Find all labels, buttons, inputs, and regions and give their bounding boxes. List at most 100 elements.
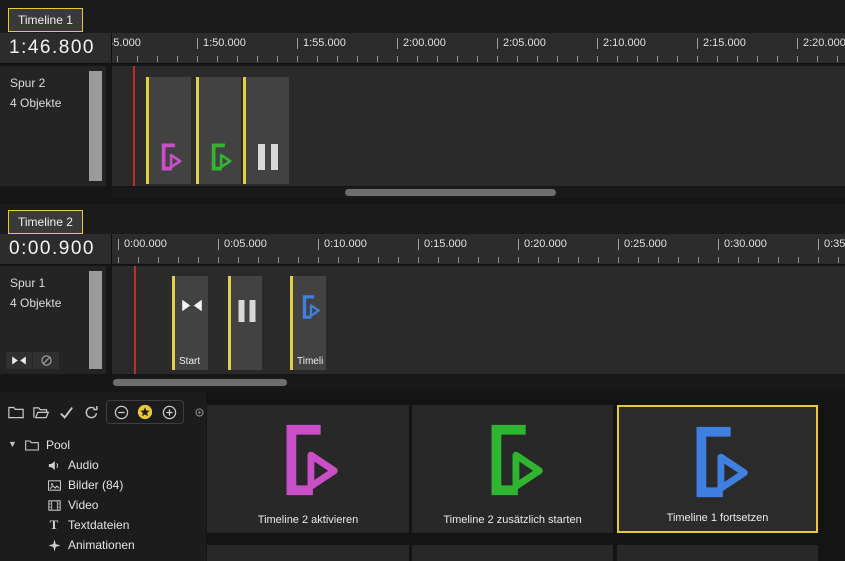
tile-timeline-2-aktivieren[interactable]: Timeline 2 aktivieren xyxy=(207,405,409,533)
track-name: Spur 1 xyxy=(10,276,45,290)
ruler-label: 1:45.000 xyxy=(112,37,141,49)
tree-item-label: Bilder (84) xyxy=(68,478,123,492)
no-entry-icon xyxy=(40,354,53,367)
timeline-1-track: Spur 2 4 Objekte xyxy=(0,66,845,186)
folder-icon xyxy=(24,437,40,453)
timeline-2-track-header: Spur 1 4 Objekte xyxy=(0,266,106,374)
level-meter xyxy=(89,71,102,181)
tree-item-bilder[interactable]: Bilder (84) xyxy=(0,475,206,495)
timeline-jump-icon xyxy=(155,142,185,172)
level-meter xyxy=(89,271,102,369)
clip-label: Start xyxy=(179,356,206,367)
tree-item-label: Animationen xyxy=(68,538,135,552)
tile-partial[interactable] xyxy=(207,545,409,561)
tile-timeline-1-fortsetzen[interactable]: Timeline 1 fortsetzen xyxy=(617,405,818,533)
star-circle-icon[interactable] xyxy=(135,402,155,422)
timeline-2-ruler[interactable]: 0:00.000 0:05.000 0:10.000 0:15.000 0:20… xyxy=(112,234,845,264)
timeline-1-ruler-row: 1:46.800 1:45.000 1:50.000 1:55.000 2:00… xyxy=(0,33,845,64)
folder-icon[interactable] xyxy=(6,402,26,422)
timeline-2-time-display: 0:00.900 xyxy=(0,234,112,264)
tile-partial[interactable] xyxy=(617,545,818,561)
timeline-jump-icon xyxy=(679,423,757,501)
tab-timeline-1[interactable]: Timeline 1 xyxy=(8,8,83,32)
ruler-label: 0:30.000 xyxy=(718,238,767,250)
tree-item-video[interactable]: Video xyxy=(0,495,206,515)
ruler-label: 1:55.000 xyxy=(297,37,346,49)
track-objects-count: 4 Objekte xyxy=(10,96,61,110)
pool-panel: ▼ Pool Audio Bilder (84) Video T Textdat… xyxy=(0,392,206,561)
ruler-label: 2:10.000 xyxy=(597,37,646,49)
checkmark-icon[interactable] xyxy=(56,402,76,422)
clip-jump-green[interactable] xyxy=(196,77,241,184)
ruler-label: 0:00.000 xyxy=(118,238,167,250)
ruler-label: 1:50.000 xyxy=(197,37,246,49)
clip-jump-blue[interactable]: Timeli... xyxy=(290,276,326,370)
tree-item-label: Textdateien xyxy=(68,518,129,532)
ruler-label: 0:05.000 xyxy=(218,238,267,250)
plus-circle-icon[interactable] xyxy=(159,402,179,422)
image-icon xyxy=(46,477,62,493)
clip-pause[interactable] xyxy=(228,276,262,370)
tree-item-label: Pool xyxy=(46,438,70,452)
timeline-1-ruler[interactable]: 1:45.000 1:50.000 1:55.000 2:00.000 2:05… xyxy=(112,33,845,63)
zoom-group xyxy=(106,400,184,424)
timeline-1-time-display: 1:46.800 xyxy=(0,33,112,63)
timeline-2-scrollbar[interactable] xyxy=(112,377,845,388)
clip-start-marker[interactable]: Start xyxy=(172,276,208,370)
tree-item-textdateien[interactable]: T Textdateien xyxy=(0,515,206,535)
track-objects-count: 4 Objekte xyxy=(10,296,61,310)
meet-triangles-icon xyxy=(180,298,204,313)
clip-jump-magenta[interactable] xyxy=(146,77,191,184)
media-tiles: Timeline 2 aktivieren Timeline 2 zusätzl… xyxy=(206,392,845,561)
app-window: Timeline 1 1:46.800 1:45.000 1:50.000 1:… xyxy=(0,0,845,561)
jump-to-start-button[interactable] xyxy=(6,352,32,369)
ruler-ticks xyxy=(112,56,845,62)
ruler-label: 2:05.000 xyxy=(497,37,546,49)
bottom-panel: ▼ Pool Audio Bilder (84) Video T Textdat… xyxy=(0,392,845,561)
playhead[interactable] xyxy=(134,266,136,374)
tile-partial[interactable] xyxy=(412,545,613,561)
ruler-label: 2:00.000 xyxy=(397,37,446,49)
refresh-icon[interactable] xyxy=(81,402,101,422)
folder-open-icon[interactable] xyxy=(31,402,51,422)
text-icon: T xyxy=(46,517,62,533)
clip-pause[interactable] xyxy=(243,77,289,184)
tab-timeline-2[interactable]: Timeline 2 xyxy=(8,210,83,234)
timeline-1-scrollbar[interactable] xyxy=(112,187,845,198)
disable-button[interactable] xyxy=(33,352,59,369)
scrollbar-thumb[interactable] xyxy=(113,379,287,386)
minus-circle-icon[interactable] xyxy=(111,402,131,422)
caret-down-icon[interactable]: ▼ xyxy=(8,439,17,449)
tree-item-label: Audio xyxy=(68,458,99,472)
timeline-1-tabbar: Timeline 1 xyxy=(0,0,845,33)
pause-icon xyxy=(238,300,255,322)
tree-item-audio[interactable]: Audio xyxy=(0,455,206,475)
ruler-label: 2:20.000 xyxy=(797,37,845,49)
ruler-ticks xyxy=(112,257,845,263)
ruler-label: 0:10.000 xyxy=(318,238,367,250)
timeline-2-track: Spur 1 4 Objekte Start xyxy=(0,266,845,374)
track-name: Spur 2 xyxy=(10,76,45,90)
tree-item-animationen[interactable]: Animationen xyxy=(0,535,206,555)
tree-item-pool[interactable]: ▼ Pool xyxy=(0,435,206,455)
timeline-1-track-header: Spur 2 4 Objekte xyxy=(0,66,106,186)
spark-icon xyxy=(46,537,62,553)
tree-item-label: Video xyxy=(68,498,98,512)
timeline-jump-icon xyxy=(269,421,347,499)
ruler-label: 2:15.000 xyxy=(697,37,746,49)
pause-icon xyxy=(258,144,278,170)
speaker-icon xyxy=(46,457,62,473)
ruler-label: 0:20.000 xyxy=(518,238,567,250)
ruler-label: 0:15.000 xyxy=(418,238,467,250)
clip-label: Timeli... xyxy=(297,356,324,367)
tile-label: Timeline 1 fortsetzen xyxy=(619,512,816,524)
timeline-1-track-area[interactable] xyxy=(112,66,845,186)
tile-timeline-2-zusaetzlich-starten[interactable]: Timeline 2 zusätzlich starten xyxy=(412,405,613,533)
pool-toolbar xyxy=(6,400,209,424)
meet-triangles-icon xyxy=(11,355,27,366)
timeline-jump-icon xyxy=(474,421,552,499)
timeline-2-track-area[interactable]: Start Timeli... xyxy=(112,266,845,374)
scrollbar-thumb[interactable] xyxy=(345,189,556,196)
playhead[interactable] xyxy=(133,66,135,186)
timeline-2-tabbar: Timeline 2 xyxy=(0,204,845,234)
